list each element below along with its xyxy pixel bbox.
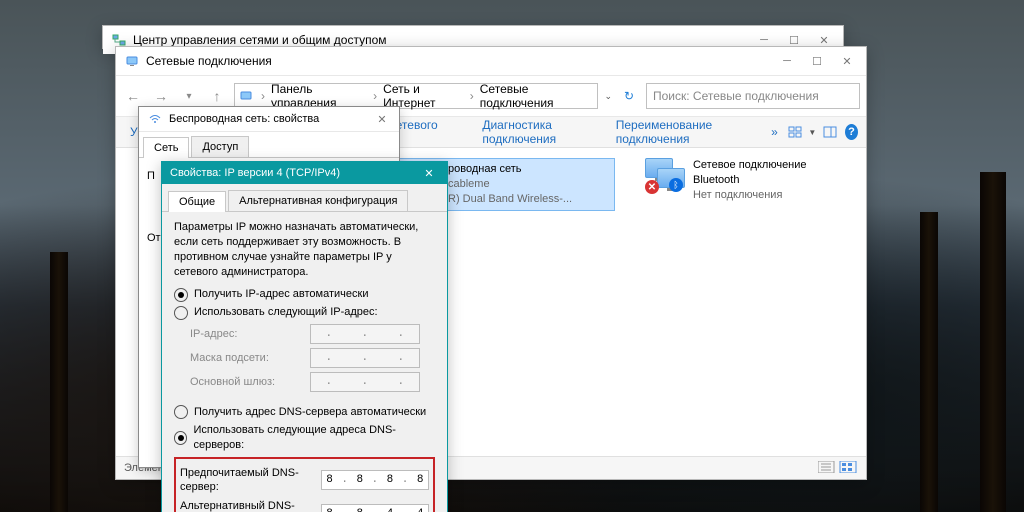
radio-icon	[174, 288, 188, 302]
connection-status: Нет подключения	[693, 188, 856, 203]
chevron-right-icon: ›	[259, 89, 267, 103]
search-placeholder: Поиск: Сетевые подключения	[653, 89, 819, 103]
connection-status: cableme	[448, 177, 572, 192]
history-dropdown[interactable]: ▾	[178, 85, 200, 107]
subnet-mask-input: ...	[310, 348, 420, 368]
cmd-rename[interactable]: Переименование подключения	[610, 114, 763, 150]
gateway-input: ...	[310, 372, 420, 392]
preferred-dns-input[interactable]: 8.8.8.8	[321, 470, 429, 490]
connection-item-bluetooth[interactable]: ✕ ᛒ Сетевое подключение Bluetooth Нет по…	[645, 158, 856, 211]
connection-name: Сетевое подключение Bluetooth	[693, 158, 856, 188]
label-dns1: Предпочитаемый DNS-сервер:	[180, 466, 313, 496]
ip-address-input: ...	[310, 324, 420, 344]
wallpaper-tree	[50, 252, 68, 512]
radio-ip-manual[interactable]: Использовать следующий IP-адрес:	[174, 305, 435, 320]
back-button[interactable]: ←	[122, 85, 144, 107]
chevron-right-icon: ›	[468, 89, 476, 103]
dialog-title: Свойства: IP версии 4 (TCP/IPv4)	[170, 167, 415, 179]
wifi-icon	[147, 111, 163, 127]
tab-access[interactable]: Доступ	[191, 136, 249, 157]
tab-general[interactable]: Общие	[168, 191, 226, 212]
network-connections-icon	[124, 53, 140, 69]
highlight-box: Предпочитаемый DNS-сервер: 8.8.8.8 Альте…	[174, 457, 435, 512]
radio-dns-manual[interactable]: Использовать следующие адреса DNS-сервер…	[174, 423, 435, 453]
forward-button[interactable]: →	[150, 85, 172, 107]
connection-name: роводная сеть	[448, 162, 572, 177]
info-text: Параметры IP можно назначать автоматичес…	[174, 220, 435, 279]
tab-network[interactable]: Сеть	[143, 137, 189, 158]
radio-ip-auto[interactable]: Получить IP-адрес автоматически	[174, 287, 435, 302]
label-mask: Маска подсети:	[190, 351, 302, 366]
dialog-ipv4-properties: Свойства: IP версии 4 (TCP/IPv4) ✕ Общие…	[161, 161, 448, 512]
wallpaper-tree	[980, 172, 1006, 512]
alternate-dns-input[interactable]: 8.8.4.4	[321, 504, 429, 512]
adapter-icon: ✕ ᛒ	[645, 158, 685, 194]
radio-dns-auto[interactable]: Получить адрес DNS-сервера автоматически	[174, 405, 435, 420]
up-button[interactable]: ↑	[206, 85, 228, 107]
label-gateway: Основной шлюз:	[190, 375, 302, 390]
dialog-title: Беспроводная сеть: свойства	[169, 113, 369, 125]
view-mode-icons[interactable]	[818, 461, 858, 476]
tab-alternate-config[interactable]: Альтернативная конфигурация	[228, 190, 408, 211]
breadcrumb-segment[interactable]: Сетевые подключения	[476, 82, 594, 110]
disconnected-icon: ✕	[645, 180, 659, 194]
refresh-button[interactable]: ↻	[618, 85, 640, 107]
cmd-diagnose[interactable]: Диагностика подключения	[476, 114, 607, 150]
chevron-down-icon[interactable]: ▼	[808, 128, 816, 137]
window-title: Центр управления сетями и общим доступом	[133, 33, 749, 47]
breadcrumb-dropdown-icon[interactable]: ⌄	[604, 91, 612, 102]
bluetooth-icon: ᛒ	[669, 178, 683, 192]
close-button[interactable]: ✕	[415, 164, 443, 182]
wallpaper-tree	[920, 212, 938, 512]
radio-icon	[174, 306, 188, 320]
network-connections-icon	[239, 88, 253, 104]
label-ip: IP-адрес:	[190, 327, 302, 342]
connection-device: R) Dual Band Wireless-...	[448, 192, 572, 207]
radio-icon	[174, 405, 188, 419]
search-input[interactable]: Поиск: Сетевые подключения	[646, 83, 860, 109]
window-title: Сетевые подключения	[146, 54, 772, 68]
help-button[interactable]: ?	[845, 124, 858, 140]
maximize-button[interactable]: ☐	[802, 51, 832, 71]
cmd-overflow[interactable]: »	[765, 121, 784, 143]
close-button[interactable]: ✕	[369, 110, 395, 128]
chevron-right-icon: ›	[371, 89, 379, 103]
close-button[interactable]: ✕	[832, 51, 862, 71]
minimize-button[interactable]: ─	[772, 51, 802, 71]
view-options-button[interactable]	[788, 123, 803, 141]
preview-pane-button[interactable]	[822, 123, 837, 141]
radio-icon	[174, 431, 187, 445]
label-dns2: Альтернативный DNS-сервер:	[180, 499, 313, 512]
